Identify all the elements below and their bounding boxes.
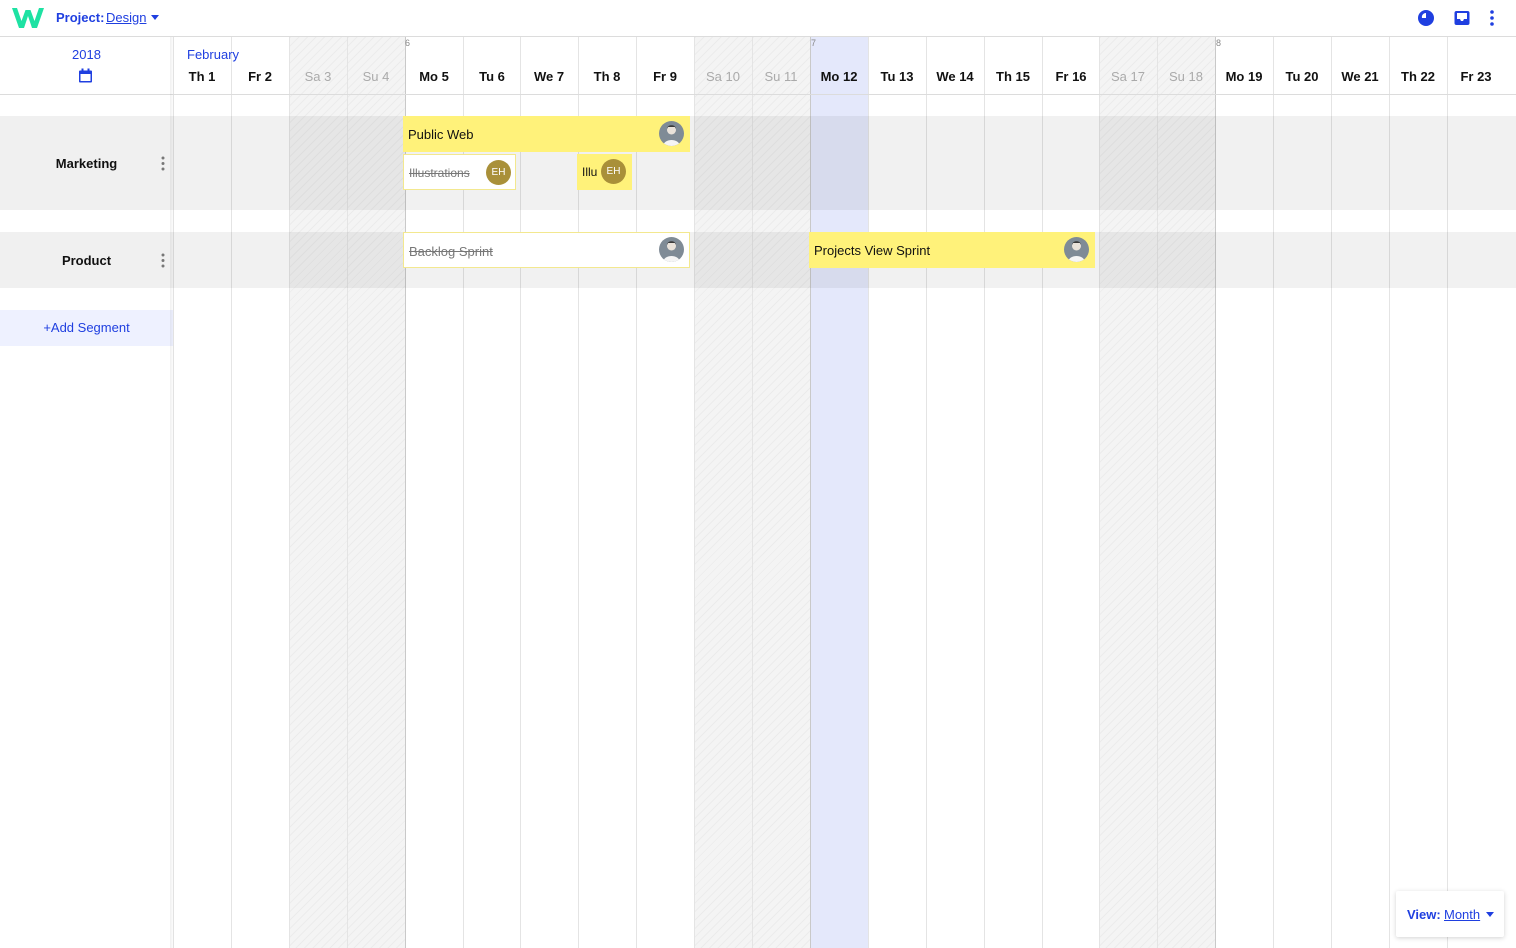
week-number: 8 (1216, 38, 1222, 48)
segment-row-product: Product (0, 232, 173, 288)
day-label: We 7 (533, 69, 565, 84)
week-number: 7 (811, 38, 817, 48)
day-label: Mo 19 (1225, 69, 1263, 84)
day-label: Su 18 (1169, 69, 1203, 84)
segment-menu-icon[interactable] (161, 253, 165, 268)
view-selector[interactable]: View: Month (1396, 891, 1504, 937)
day-label: Fr 16 (1055, 69, 1087, 84)
day-label: Sa 10 (706, 69, 740, 84)
day-label: Su 4 (362, 69, 390, 84)
user-avatar-icon (663, 241, 680, 262)
assignee-avatar: EH (486, 160, 511, 185)
segment-band-marketing (173, 116, 1516, 210)
event-backlog-sprint[interactable]: Backlog Sprint (403, 232, 690, 268)
inbox-icon[interactable] (1453, 9, 1471, 27)
timeline-grid: February Th 1 Fr 2 Sa 3 Su 4 Mo 5 Tu 6 We 7 Th … (173, 37, 1516, 948)
day-label: Th 8 (593, 69, 621, 84)
avatar (659, 121, 684, 146)
day-label: Tu 6 (479, 69, 505, 84)
day-label: Fr 2 (248, 69, 272, 84)
chevron-down-icon[interactable] (151, 15, 159, 20)
segment-name[interactable]: Marketing (0, 156, 173, 171)
day-label: Sa 3 (304, 69, 332, 84)
avatar (659, 237, 684, 262)
assignee-avatar: EH (601, 159, 626, 184)
year-label[interactable]: 2018 (0, 47, 173, 62)
event-title: Backlog Sprint (409, 244, 493, 259)
logo-w-icon[interactable] (11, 6, 45, 30)
year-header: 2018 (0, 37, 173, 95)
clock-icon[interactable] (1417, 9, 1435, 27)
more-vert-icon[interactable] (1483, 9, 1501, 27)
day-label: Tu 13 (880, 69, 914, 84)
user-avatar-icon (1068, 241, 1085, 262)
task-illustrations-open[interactable]: Illu EH (577, 154, 632, 190)
segment-menu-icon[interactable] (161, 156, 165, 171)
event-title: Public Web (408, 127, 474, 142)
view-value[interactable]: Month (1444, 907, 1480, 922)
segment-name[interactable]: Product (0, 253, 173, 268)
day-label: Sa 17 (1111, 69, 1145, 84)
week-number: 6 (405, 38, 411, 48)
month-label: February (187, 47, 240, 62)
day-label: We 14 (936, 69, 974, 84)
task-title: Illu (582, 165, 598, 179)
day-label: Th 15 (996, 69, 1030, 84)
day-label: Su 11 (764, 69, 798, 84)
project-selector[interactable]: Design (106, 10, 146, 25)
avatar (1064, 237, 1089, 262)
day-label: Mo 5 (419, 69, 449, 84)
day-label: We 21 (1341, 69, 1379, 84)
user-avatar-icon (663, 125, 680, 146)
day-label: Mo 12 (820, 69, 858, 84)
calendar-icon[interactable] (78, 68, 93, 83)
chevron-down-icon[interactable] (1486, 912, 1494, 917)
task-title: Illustrations (409, 166, 470, 180)
panel-divider (170, 37, 174, 948)
view-label: View: (1407, 907, 1441, 922)
project-label: Project: (56, 10, 105, 25)
event-public-web[interactable]: Public Web (403, 116, 690, 152)
day-label: Fr 9 (653, 69, 677, 84)
date-header: February Th 1 Fr 2 Sa 3 Su 4 Mo 5 Tu 6 We 7 Th … (173, 37, 1516, 95)
add-segment-button[interactable]: +Add Segment (0, 310, 173, 346)
day-label: Th 22 (1401, 69, 1435, 84)
event-projects-view-sprint[interactable]: Projects View Sprint (809, 232, 1095, 268)
top-bar: Project: Design (0, 0, 1516, 37)
day-label: Fr 23 (1460, 69, 1492, 84)
segment-row-marketing: Marketing (0, 116, 173, 210)
event-title: Projects View Sprint (814, 243, 931, 258)
day-label: Th 1 (188, 69, 216, 84)
day-label: Tu 20 (1285, 69, 1319, 84)
task-illustrations-done[interactable]: Illustrations EH (403, 154, 516, 190)
